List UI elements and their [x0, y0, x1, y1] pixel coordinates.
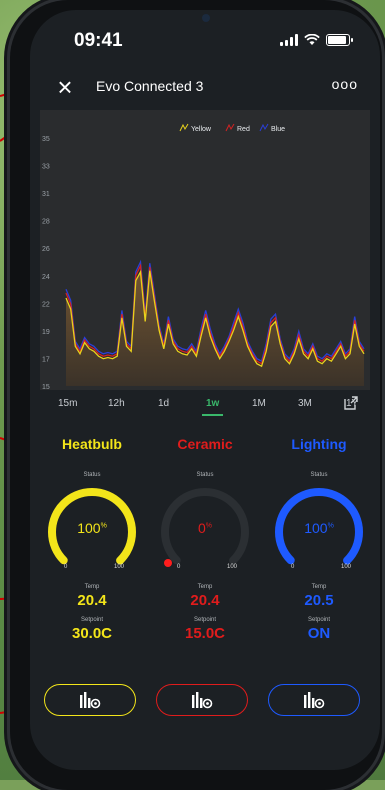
battery-icon: [326, 34, 353, 46]
channel-column-ceramic: Ceramic Status 0% 0 100 Temp 20.4 Setpoi…: [147, 436, 263, 642]
range-option-1w[interactable]: 1w: [201, 398, 224, 416]
time-range-selector: 15m 12h 1d 1w 1M 3M 1Y: [30, 396, 380, 422]
gauge-min-label: 0: [64, 564, 68, 570]
status-label: Status: [310, 472, 328, 478]
phone-frame: 09:41 × Evo Connected 3 ooo 35 33 31 28 26 24…: [10, 0, 382, 790]
app-header: × Evo Connected 3 ooo: [30, 72, 380, 108]
legend-label: Red: [237, 126, 250, 133]
settings-icon: [80, 692, 101, 709]
channel-name: Ceramic: [177, 436, 233, 452]
y-tick-label: 28: [42, 219, 50, 226]
gauge-min-label: 0: [177, 564, 181, 570]
gauge-indicator-dot: [164, 559, 172, 567]
setpoint-label: Setpoint: [80, 617, 104, 623]
wifi-icon: [304, 34, 320, 45]
temp-value: 20.4: [77, 592, 107, 609]
y-tick-label: 26: [42, 246, 50, 253]
front-camera: [202, 14, 210, 22]
y-tick-label: 19: [42, 329, 50, 336]
setpoint-label: Setpoint: [307, 617, 331, 623]
range-option-12h[interactable]: 12h: [108, 398, 125, 409]
setpoint-value: 30.0C: [71, 625, 113, 642]
control-button-lighting[interactable]: [268, 684, 360, 716]
temp-label: Temp: [84, 584, 100, 590]
y-tick-label: 24: [42, 274, 50, 281]
legend-label: Blue: [271, 126, 285, 133]
setpoint-label: Setpoint: [193, 617, 217, 623]
control-button-heatbulb[interactable]: [44, 684, 136, 716]
legend-swatch: [179, 123, 189, 132]
status-gauge: 100% 0 100: [271, 484, 367, 580]
status-label: Status: [83, 472, 101, 478]
y-tick-label: 33: [42, 164, 50, 171]
channel-column-heatbulb: Heatbulb Status 100% 0 100 Temp 20.4 Set…: [34, 436, 150, 642]
device-title: Evo Connected 3: [96, 78, 204, 94]
legend-swatch: [225, 123, 235, 132]
channel-column-lighting: Lighting Status 100% 0 100 Temp 20.5 Set…: [261, 436, 377, 642]
status-bar: 09:41: [30, 30, 380, 54]
gauge-min-label: 0: [291, 564, 295, 570]
system-icons: [280, 34, 353, 46]
temperature-chart[interactable]: 35 33 31 28 26 24 22 19 17 15 Yellow Red Blue: [40, 110, 370, 390]
chart-area-fill: [66, 270, 364, 386]
y-tick-label: 31: [42, 191, 50, 198]
temp-value: 20.4: [190, 592, 220, 609]
y-tick-label: 17: [42, 356, 50, 363]
control-button-ceramic[interactable]: [156, 684, 248, 716]
settings-icon: [304, 692, 325, 709]
range-option-3M[interactable]: 3M: [298, 398, 312, 409]
channel-name: Lighting: [291, 436, 347, 452]
status-time: 09:41: [74, 30, 123, 51]
range-option-1M[interactable]: 1M: [252, 398, 266, 409]
legend-swatch: [259, 123, 269, 132]
close-icon[interactable]: ×: [50, 72, 80, 102]
gauge-max-label: 100: [226, 564, 237, 570]
app-screen: 09:41 × Evo Connected 3 ooo 35 33 31 28 26 24…: [30, 10, 380, 770]
settings-icon: [192, 692, 213, 709]
status-value: 100%: [304, 520, 334, 536]
temp-label: Temp: [197, 584, 213, 590]
status-gauge: 100% 0 100: [44, 484, 140, 580]
legend-label: Yellow: [191, 126, 212, 133]
status-value: 0%: [197, 520, 213, 536]
chart-svg: 35 33 31 28 26 24 22 19 17 15 Yellow Red Blue: [42, 123, 365, 390]
gauge-max-label: 100: [340, 564, 351, 570]
y-tick-label: 35: [42, 136, 50, 143]
status-label: Status: [196, 472, 214, 478]
range-option-15m[interactable]: 15m: [58, 398, 77, 409]
gauge-max-label: 100: [113, 564, 124, 570]
range-option-1d[interactable]: 1d: [158, 398, 169, 409]
channel-name: Heatbulb: [62, 436, 122, 452]
range-option-1Y[interactable]: 1Y: [346, 398, 358, 409]
setpoint-value: ON: [307, 625, 331, 642]
temp-value: 20.5: [304, 592, 334, 609]
y-tick-label: 22: [42, 301, 50, 308]
more-options-icon[interactable]: ooo: [332, 76, 358, 92]
temp-label: Temp: [311, 584, 327, 590]
signal-icon: [280, 34, 298, 46]
y-tick-label: 15: [42, 384, 50, 390]
status-gauge: 0% 0 100: [157, 484, 253, 580]
status-value: 100%: [77, 520, 107, 536]
setpoint-value: 15.0C: [184, 625, 226, 642]
